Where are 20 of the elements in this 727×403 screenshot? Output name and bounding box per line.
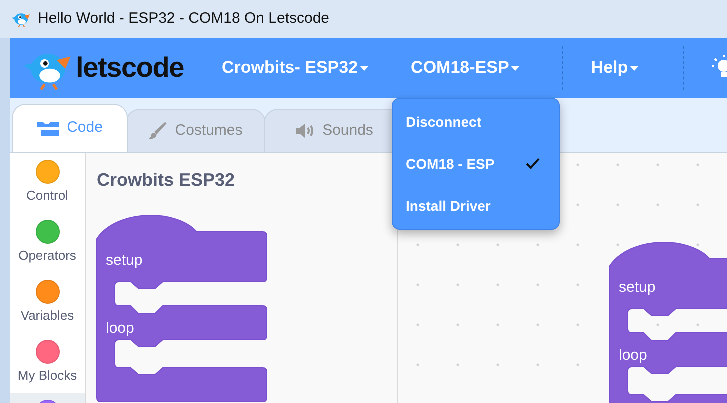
tab[interactable]: Code [12, 104, 128, 152]
caret-icon [630, 66, 640, 70]
flyout-title: Crowbits ESP32 [97, 169, 236, 192]
dropdown-item[interactable]: Install Driver [393, 185, 560, 227]
tab[interactable]: Costumes [126, 109, 266, 152]
menu-button[interactable]: COM18-ESP [407, 55, 524, 81]
brush-icon [149, 122, 168, 140]
block-label: setup [619, 279, 656, 296]
menu-button[interactable]: Help [587, 55, 644, 81]
logo-text: letscode [76, 51, 184, 85]
block-label: loop [106, 320, 134, 337]
speaker-icon [294, 123, 315, 139]
caret-icon [360, 66, 370, 70]
checkmark-icon [526, 158, 540, 170]
window-title: Hello World - ESP32 - COM18 On Letscode [38, 8, 330, 29]
code-blocks-icon [37, 120, 60, 136]
block-label: setup [106, 252, 143, 269]
caret-icon [511, 66, 520, 70]
block-label: loop [619, 347, 648, 364]
menu-button[interactable]: Crowbits- ESP32 [218, 55, 374, 81]
